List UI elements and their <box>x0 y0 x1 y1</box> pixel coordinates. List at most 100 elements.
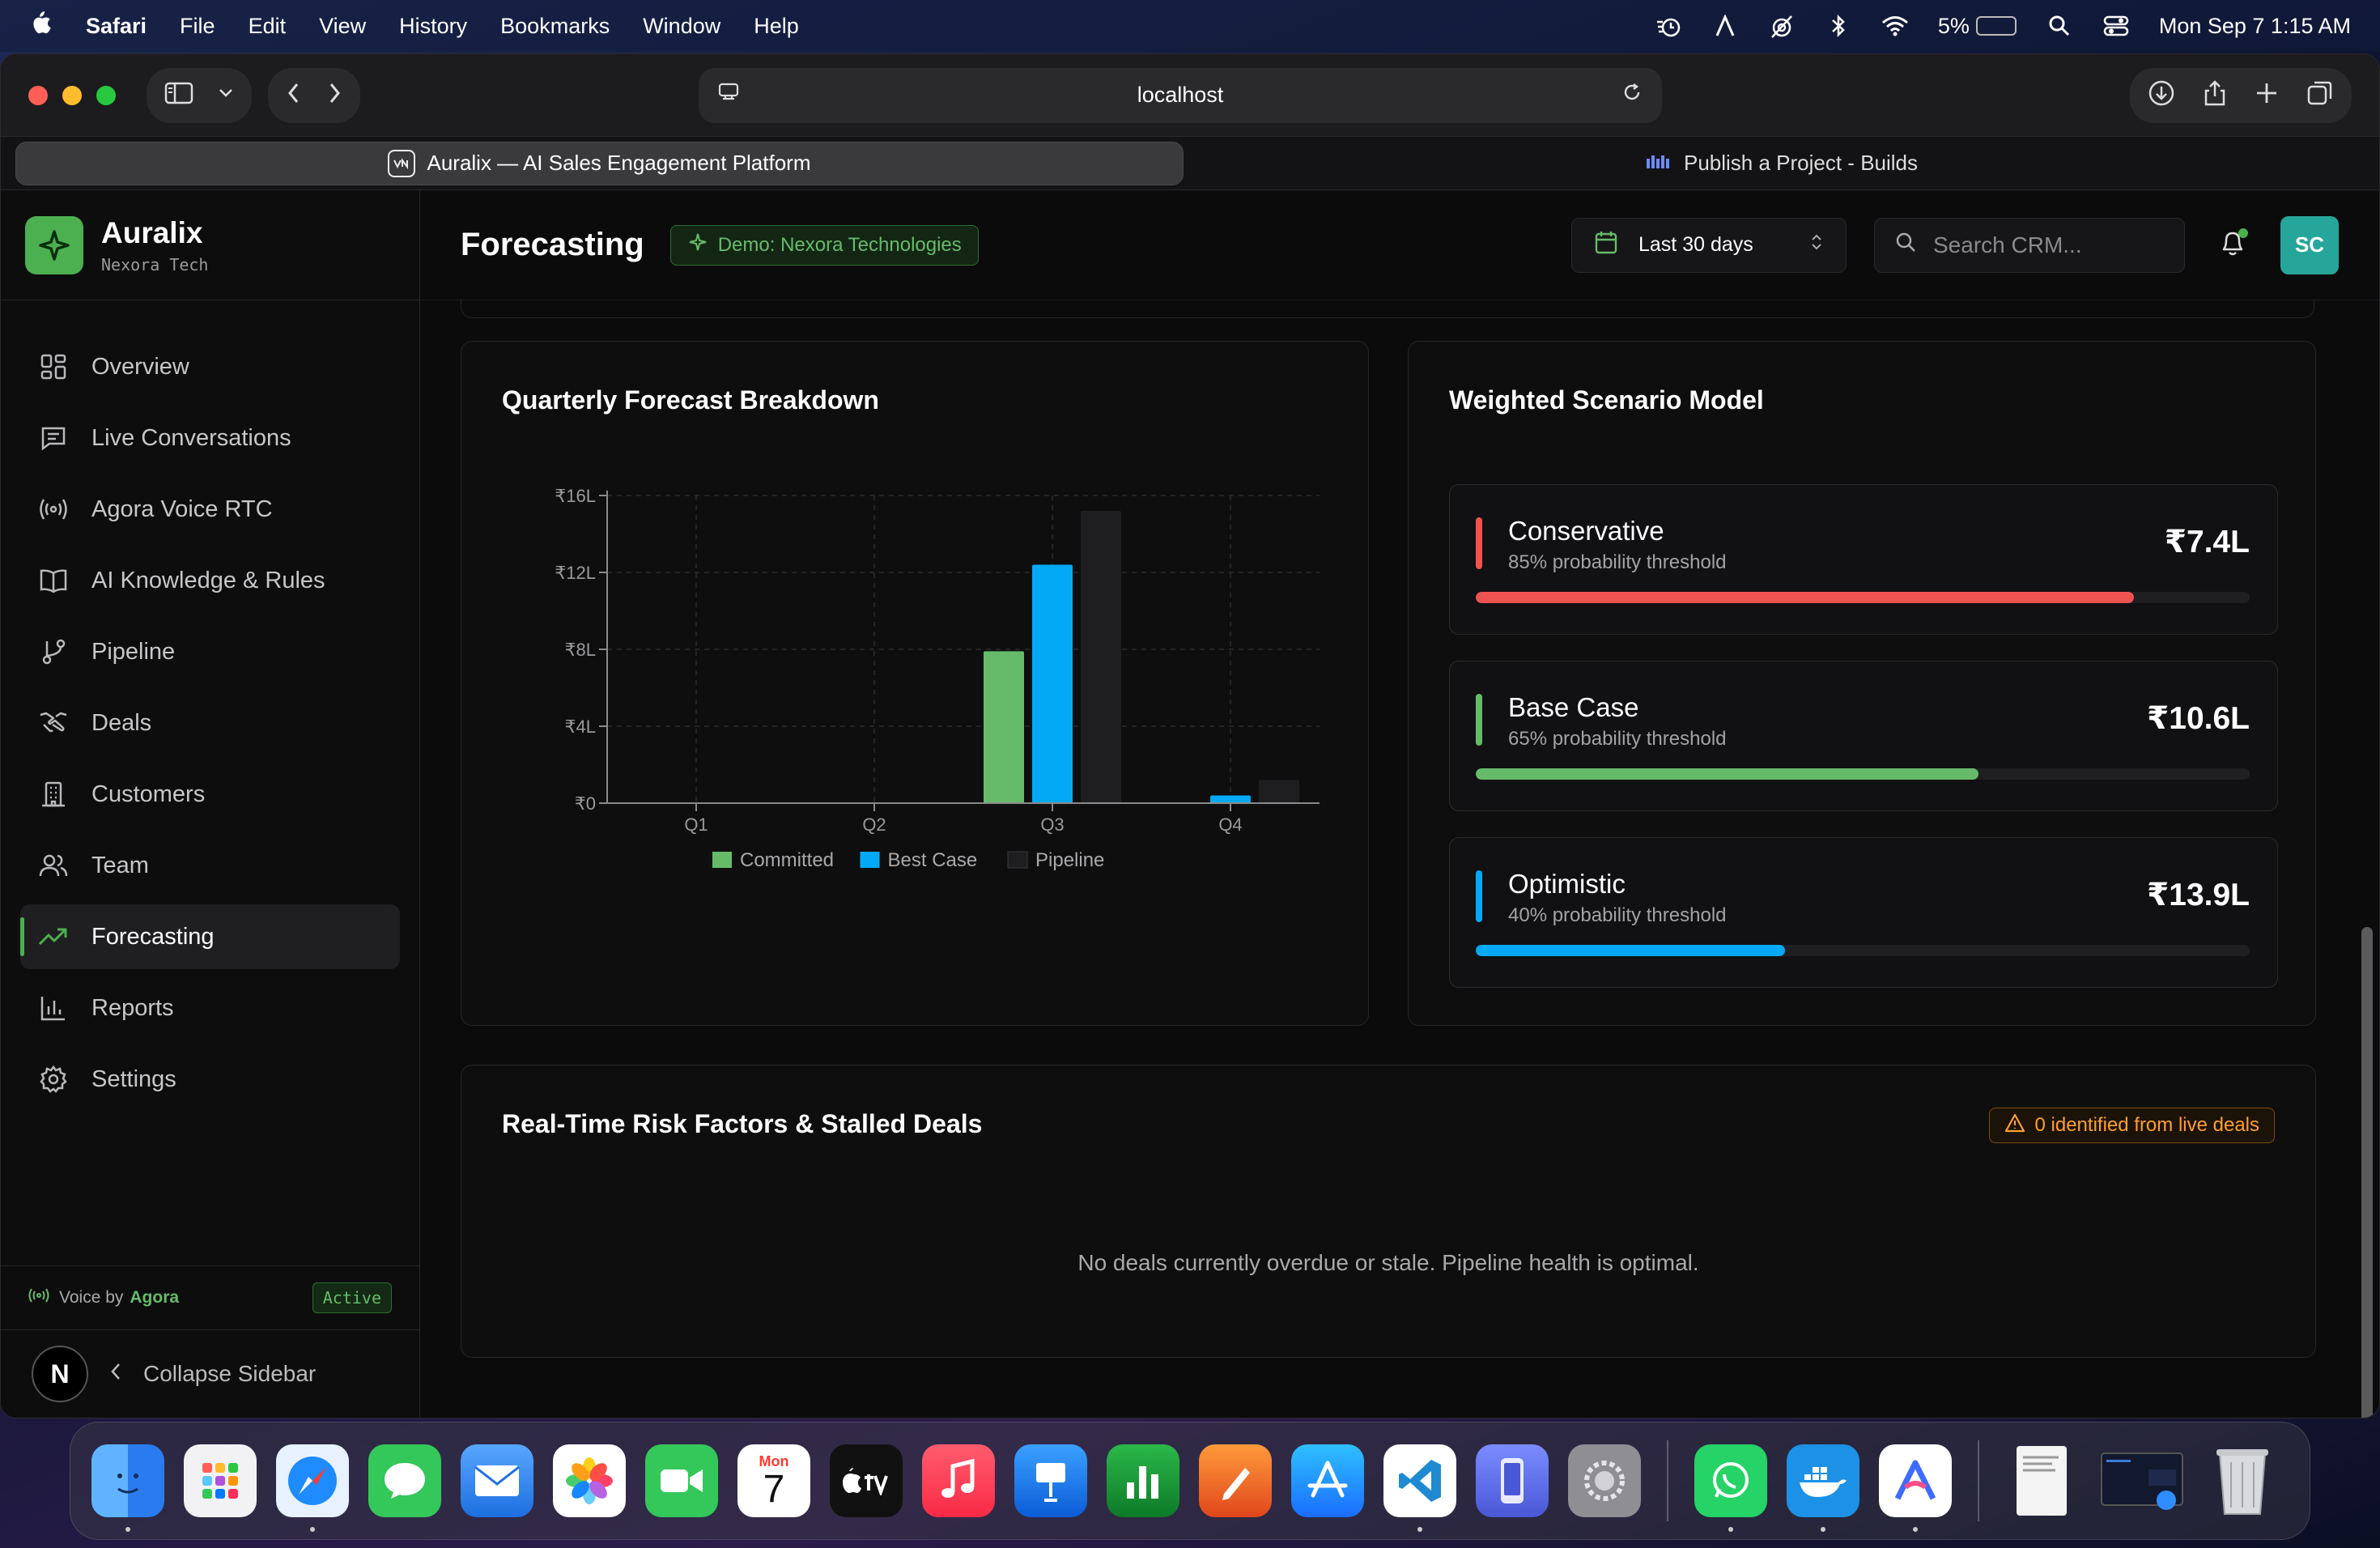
sidebar-item-forecasting[interactable]: Forecasting <box>20 904 400 969</box>
menu-file[interactable]: File <box>180 14 215 39</box>
finder-icon[interactable] <box>91 1444 164 1532</box>
control-center-icon[interactable] <box>2102 12 2130 40</box>
avatar[interactable]: SC <box>2280 215 2339 274</box>
legend-swatch <box>712 852 732 868</box>
search-placeholder: Search CRM... <box>1933 232 2082 257</box>
sidebar-toggle-icon[interactable] <box>164 82 193 108</box>
sidebar-item-customers[interactable]: Customers <box>20 762 400 827</box>
spotlight-search-icon[interactable] <box>2046 12 2073 40</box>
risk-factors-title: Real-Time Risk Factors & Stalled Deals <box>502 1109 983 1138</box>
reload-icon[interactable] <box>1621 82 1643 108</box>
sidebar-item-deals[interactable]: Deals <box>20 691 400 755</box>
menubar-clock[interactable]: Mon Sep 7 1:15 AM <box>2159 14 2351 39</box>
x-tick-label: Q4 <box>1218 814 1242 835</box>
simulator-icon[interactable] <box>1476 1444 1549 1517</box>
launchpad-icon[interactable] <box>184 1444 257 1517</box>
battery-indicator[interactable]: 5% <box>1938 14 2017 39</box>
chevron-down-icon[interactable] <box>218 87 234 103</box>
sidebar-item-label: AI Knowledge & Rules <box>91 567 325 593</box>
trash-icon[interactable] <box>2206 1444 2279 1517</box>
scenario-base-case: Base Case 65% probability threshold ₹10.… <box>1449 661 2278 811</box>
sidebar-item-overview[interactable]: Overview <box>20 334 400 399</box>
forward-button[interactable] <box>326 81 342 109</box>
browser-window: localhost Auralix — AI Sales Engagement … <box>0 53 2380 1418</box>
messages-icon[interactable] <box>368 1444 441 1517</box>
safari-icon[interactable] <box>276 1444 349 1532</box>
page-menu-icon[interactable] <box>718 82 739 108</box>
screen-time-icon[interactable] <box>1655 12 1682 40</box>
close-window-button[interactable] <box>28 85 48 105</box>
scrollbar[interactable] <box>2361 344 2373 1418</box>
menu-window[interactable]: Window <box>643 14 720 39</box>
menu-view[interactable]: View <box>319 14 366 39</box>
minimize-window-button[interactable] <box>62 85 82 105</box>
mail-icon[interactable] <box>461 1444 533 1517</box>
document-icon[interactable] <box>2005 1444 2078 1517</box>
building-icon <box>38 779 69 810</box>
running-indicator <box>1417 1527 1422 1532</box>
sidebar-item-team[interactable]: Team <box>20 833 400 898</box>
photos-icon[interactable] <box>553 1444 626 1517</box>
tab-overview-icon[interactable] <box>2306 79 2334 111</box>
facetime-icon[interactable] <box>645 1444 718 1517</box>
sidebar-nav: Overview Live Conversations Agora Voice … <box>1 300 419 1112</box>
numbers-icon[interactable] <box>1107 1444 1179 1517</box>
share-icon[interactable] <box>2203 79 2227 111</box>
scenario-progress-track <box>1476 945 2250 956</box>
scrollbar-thumb[interactable] <box>2361 927 2373 1418</box>
auralix-app-icon[interactable] <box>1879 1444 1952 1532</box>
search-input[interactable]: Search CRM... <box>1874 217 2185 273</box>
menu-help[interactable]: Help <box>754 14 799 39</box>
app-store-icon[interactable] <box>1291 1444 1364 1517</box>
pages-icon[interactable] <box>1199 1444 1272 1517</box>
downloads-icon[interactable] <box>2148 79 2175 111</box>
trend-icon <box>38 921 69 952</box>
airdrop-icon[interactable] <box>1768 12 1796 40</box>
zoom-window-button[interactable] <box>96 85 116 105</box>
sidebar-item-label: Deals <box>91 709 152 736</box>
date-range-select[interactable]: Last 30 days <box>1571 217 1847 273</box>
wifi-icon[interactable] <box>1881 12 1909 40</box>
menu-history[interactable]: History <box>399 14 467 39</box>
running-indicator <box>1821 1527 1825 1532</box>
tab-auralix[interactable]: Auralix — AI Sales Engagement Platform <box>15 141 1184 185</box>
user-initial-avatar[interactable]: N <box>32 1346 88 1402</box>
sidebar-item-reports[interactable]: Reports <box>20 976 400 1040</box>
system-settings-icon[interactable] <box>1568 1444 1641 1517</box>
music-icon[interactable] <box>922 1444 995 1517</box>
quarterly-forecast-card: Quarterly Forecast Breakdown ₹0 ₹4L ₹8L ₹12… <box>461 341 1369 1026</box>
back-button[interactable] <box>286 81 302 109</box>
sidebar-item-live-conversations[interactable]: Live Conversations <box>20 406 400 470</box>
chat-icon <box>38 423 69 453</box>
calendar-icon[interactable]: Mon 7 <box>737 1444 810 1517</box>
tab-bar: Auralix — AI Sales Engagement Platform P… <box>1 137 2379 190</box>
new-tab-icon[interactable] <box>2255 81 2279 109</box>
sidebar-item-pipeline[interactable]: Pipeline <box>20 619 400 684</box>
tv-icon[interactable] <box>830 1444 903 1517</box>
menu-app-name[interactable]: Safari <box>86 14 147 39</box>
dock: Mon 7 <box>70 1422 2310 1540</box>
vscode-icon[interactable] <box>1383 1444 1456 1532</box>
sidebar-item-settings[interactable]: Settings <box>20 1047 400 1112</box>
scenario-progress-track <box>1476 592 2250 603</box>
scenario-value: ₹7.4L <box>2164 525 2250 559</box>
sidebar-item-agora-voice[interactable]: Agora Voice RTC <box>20 477 400 542</box>
screenshot-icon[interactable] <box>2097 1444 2187 1517</box>
tab-publish[interactable]: Publish a Project - Builds <box>1198 142 2365 185</box>
address-bar[interactable]: localhost <box>699 67 1662 123</box>
scenario-progress-fill <box>1476 768 1979 780</box>
collapse-sidebar-button[interactable]: N Collapse Sidebar <box>1 1330 419 1418</box>
scenario-name: Optimistic <box>1508 869 1626 899</box>
menu-edit[interactable]: Edit <box>249 14 287 39</box>
text-cursor-icon[interactable] <box>1711 12 1739 40</box>
notifications-button[interactable] <box>2212 225 2253 266</box>
apple-menu-icon[interactable] <box>29 10 53 43</box>
docker-icon[interactable] <box>1787 1444 1859 1532</box>
url-text: localhost <box>1137 83 1224 107</box>
menu-bookmarks[interactable]: Bookmarks <box>500 14 610 39</box>
sidebar-item-label: Customers <box>91 780 206 807</box>
bluetooth-icon[interactable] <box>1825 12 1852 40</box>
keynote-icon[interactable] <box>1014 1444 1087 1517</box>
whatsapp-icon[interactable] <box>1694 1444 1767 1532</box>
sidebar-item-ai-knowledge[interactable]: AI Knowledge & Rules <box>20 548 400 613</box>
